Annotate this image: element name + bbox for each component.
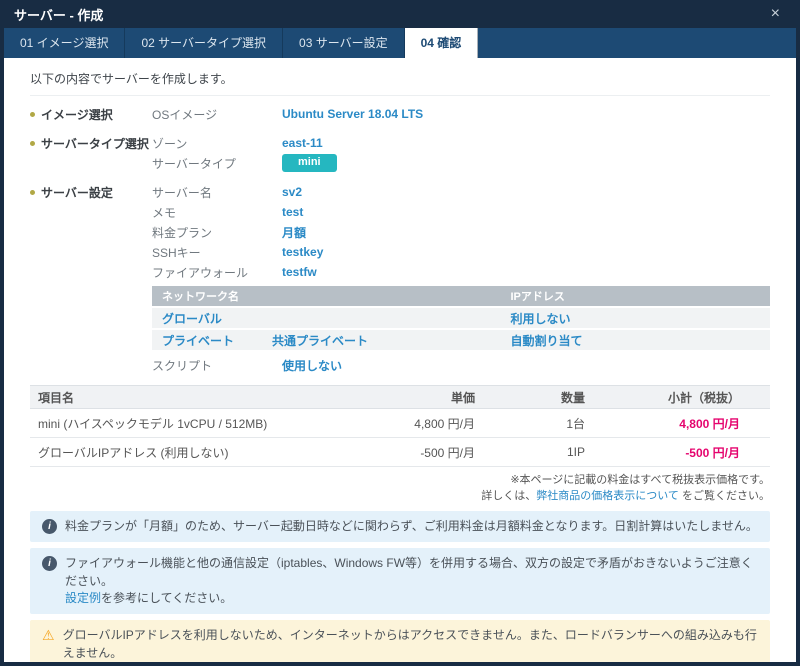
tax-note-line2-suffix: をご覧ください。 [679,490,770,502]
close-icon[interactable]: × [765,6,786,22]
tab-server-type[interactable]: 02 サーバータイプ選択 [125,28,283,58]
warning-text: グローバルIPアドレスを利用しないため、インターネットからはアクセスできません。… [63,627,758,662]
section-server-type: サーバータイプ選択 ゾーン east-11 サーバータイプ mini [30,134,770,174]
pricing-table-row: mini (ハイスペックモデル 1vCPU / 512MB) 4,800 円/月… [30,409,770,438]
info-icon [42,556,57,571]
tab-image-select[interactable]: 01 イメージ選択 [4,28,125,58]
subtotal: 4,800 円/月 [585,415,770,432]
ssh-key-value: testkey [282,245,323,259]
plan-note-text: 料金プランが「月額」のため、サーバー起動日時などに関わらず、ご利用料金は月額料金… [65,518,758,535]
wizard-tabbar: 01 イメージ選択 02 サーバータイプ選択 03 サーバー設定 04 確認 [4,28,796,58]
firewall-label: ファイアウォール [152,264,282,281]
section-server-settings-rows: サーバー名 sv2 メモ test 料金プラン 月額 SSHキー testkey… [152,183,770,376]
ssh-key-label: SSHキー [152,244,282,261]
dialog-titlebar: サーバー - 作成 × [4,0,796,28]
network-table: ネットワーク名 IPアドレス グローバル 利用しない プライベート 共通 [152,286,770,350]
network-name: グローバル [162,310,272,327]
section-image-title: イメージ選択 [30,105,152,123]
pricing-table-row: グローバルIPアドレス (利用しない) -500 円/月 1IP -500 円/… [30,438,770,467]
config-example-link[interactable]: 設定例 [65,591,101,605]
warning-line1: グローバルIPアドレスを利用しないため、インターネットからはアクセスできません。… [63,628,757,659]
item-name: mini (ハイスペックモデル 1vCPU / 512MB) [30,415,325,432]
item-name-header: 項目名 [30,389,325,406]
summary-row-zone: ゾーン east-11 [152,134,770,152]
info-icon [42,519,57,534]
section-image-rows: OSイメージ Ubuntu Server 18.04 LTS [152,105,770,125]
subtotal-header: 小計（税抜） [585,389,770,406]
summary-row-server-name: サーバー名 sv2 [152,183,770,201]
tab-confirm[interactable]: 04 確認 [405,28,479,58]
section-server-type-title: サーバータイプ選択 [30,134,152,152]
network-table-header: ネットワーク名 IPアドレス [152,286,770,306]
tax-note-line2-prefix: 詳しくは、 [481,490,536,502]
network-ip-value: 自動割り当て [510,332,770,349]
section-title: イメージ選択 [41,106,113,123]
os-image-value: Ubuntu Server 18.04 LTS [282,107,423,121]
firewall-note-text: ファイアウォール機能と他の通信設定（iptables、Windows FW等）を… [65,555,758,607]
global-ip-warning-note: グローバルIPアドレスを利用しないため、インターネットからはアクセスできません。… [30,620,770,662]
section-server-type-rows: ゾーン east-11 サーバータイプ mini [152,134,770,174]
section-title: サーバータイプ選択 [41,135,149,152]
server-type-badge: mini [282,154,337,171]
section-bullet-icon [30,141,35,146]
warning-icon [42,627,55,662]
summary-row-plan: 料金プラン 月額 [152,223,770,241]
network-name: プライベート [162,332,272,349]
firewall-note-line1: ファイアウォール機能と他の通信設定（iptables、Windows FW等）を… [65,556,753,587]
plan-value: 月額 [282,224,306,241]
network-name-header: ネットワーク名 [152,288,510,304]
firewall-value: testfw [282,265,317,279]
tax-note-line1: ※本ページに記載の料金はすべて税抜表示価格です。 [510,474,770,486]
zone-value: east-11 [282,136,323,150]
memo-value: test [282,205,303,219]
firewall-info-note: ファイアウォール機能と他の通信設定（iptables、Windows FW等）を… [30,548,770,614]
unit-price-header: 単価 [325,389,475,406]
plan-info-note: 料金プランが「月額」のため、サーバー起動日時などに関わらず、ご利用料金は月額料金… [30,511,770,542]
memo-label: メモ [152,204,282,221]
unit-price: -500 円/月 [325,444,475,461]
summary-row-memo: メモ test [152,203,770,221]
quantity: 1IP [475,445,585,459]
section-image-select: イメージ選択 OSイメージ Ubuntu Server 18.04 LTS [30,105,770,125]
tax-note: ※本ページに記載の料金はすべて税抜表示価格です。 詳しくは、弊社商品の価格表示に… [30,473,770,505]
section-bullet-icon [30,190,35,195]
unit-price: 4,800 円/月 [325,415,475,432]
pricing-table: 項目名 単価 数量 小計（税抜） mini (ハイスペックモデル 1vCPU /… [30,385,770,467]
server-create-dialog: サーバー - 作成 × 01 イメージ選択 02 サーバータイプ選択 03 サー… [0,0,800,666]
plan-label: 料金プラン [152,224,282,241]
dialog-title: サーバー - 作成 [14,5,103,24]
confirm-panel: 以下の内容でサーバーを作成します。 イメージ選択 OSイメージ Ubuntu S… [4,58,796,662]
server-name-label: サーバー名 [152,184,282,201]
tab-server-settings[interactable]: 03 サーバー設定 [283,28,405,58]
intro-text: 以下の内容でサーバーを作成します。 [30,64,770,96]
server-type-label: サーバータイプ [152,155,282,172]
price-display-link[interactable]: 弊社商品の価格表示について [536,490,679,502]
summary-row-script: スクリプト 使用しない [152,356,770,374]
summary-row-server-type: サーバータイプ mini [152,154,770,172]
summary-row-firewall: ファイアウォール testfw [152,263,770,281]
script-value: 使用しない [282,357,342,374]
summary-row-ssh-key: SSHキー testkey [152,243,770,261]
script-label: スクリプト [152,357,282,374]
section-server-settings: サーバー設定 サーバー名 sv2 メモ test 料金プラン 月額 SSHキー … [30,183,770,376]
section-title: サーバー設定 [41,184,113,201]
ip-address-header: IPアドレス [510,288,770,304]
network-table-row: プライベート 共通プライベート 自動割り当て [152,328,770,350]
subtotal: -500 円/月 [585,444,770,461]
network-table-row: グローバル 利用しない [152,306,770,328]
pricing-table-header: 項目名 単価 数量 小計（税抜） [30,385,770,409]
server-name-value: sv2 [282,185,302,199]
quantity-header: 数量 [475,389,585,406]
section-bullet-icon [30,112,35,117]
section-server-settings-title: サーバー設定 [30,183,152,201]
network-ip-value: 利用しない [510,310,770,327]
item-name: グローバルIPアドレス (利用しない) [30,444,325,461]
zone-label: ゾーン [152,135,282,152]
network-sub-name: 共通プライベート [272,332,368,349]
os-image-label: OSイメージ [152,106,282,123]
quantity: 1台 [475,415,585,432]
firewall-note-suffix: を参考にしてください。 [101,591,232,605]
summary-row-os-image: OSイメージ Ubuntu Server 18.04 LTS [152,105,770,123]
